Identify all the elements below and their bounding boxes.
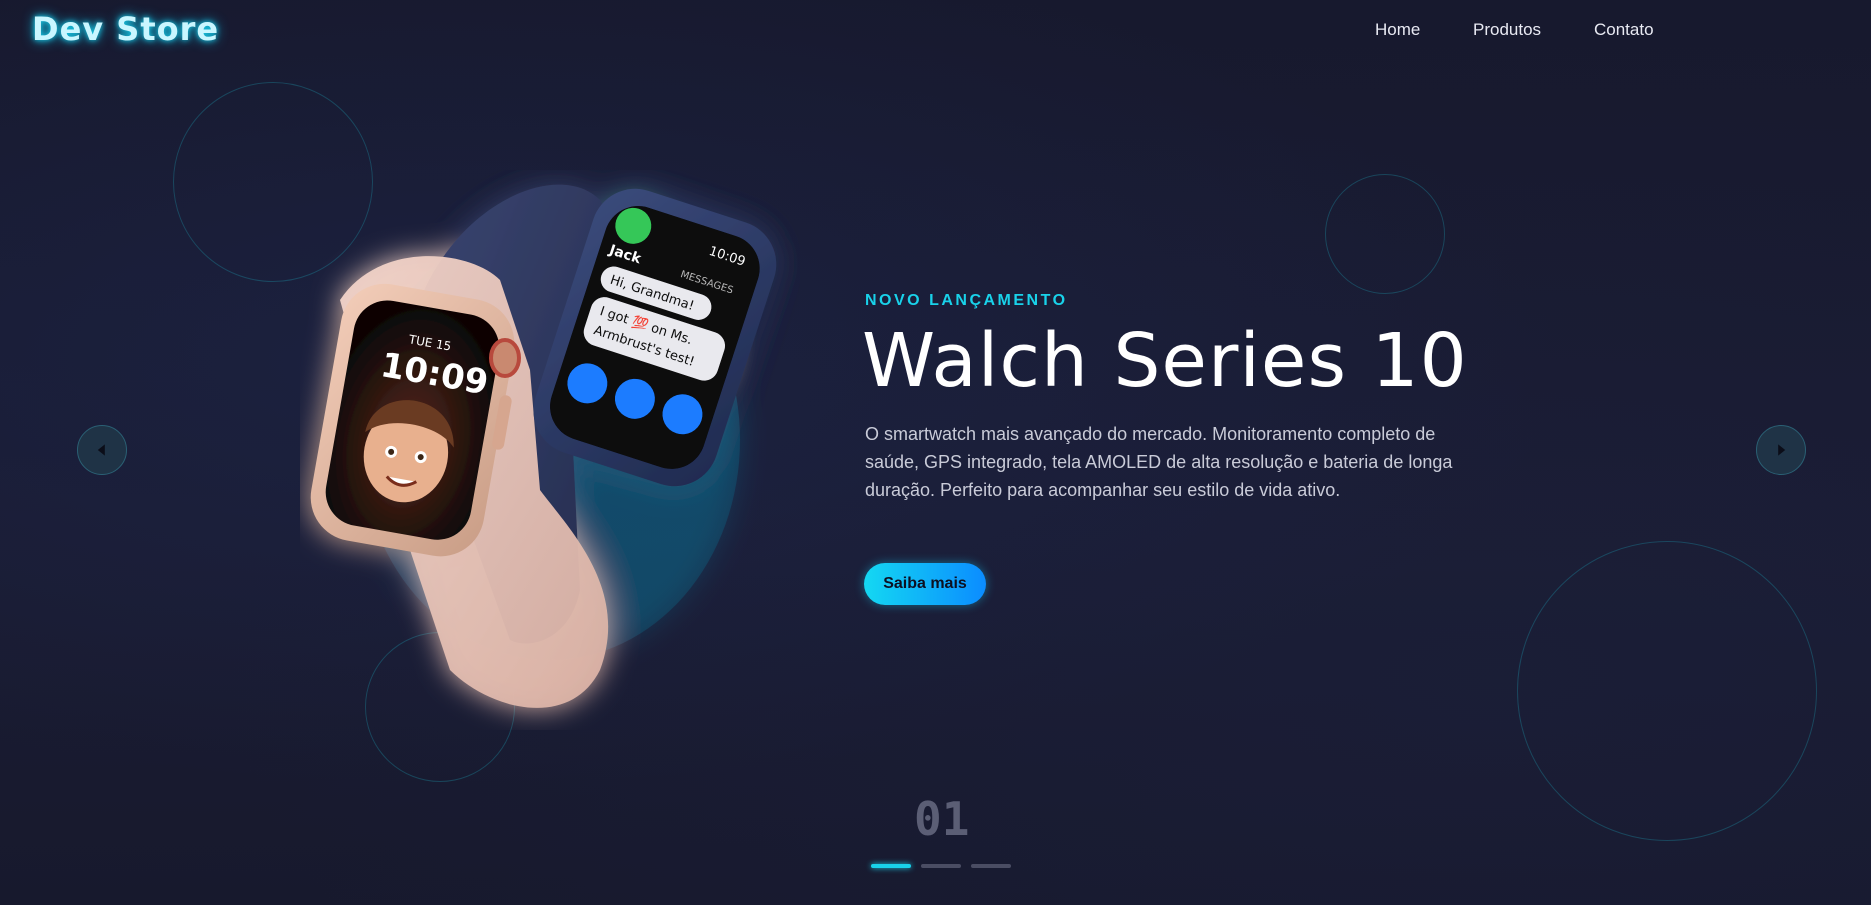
- prev-slide-button[interactable]: [77, 425, 127, 475]
- hero-description: O smartwatch mais avançado do mercado. M…: [865, 424, 1453, 500]
- main-nav: Home Produtos Contato: [0, 20, 1871, 44]
- next-slide-button[interactable]: [1756, 425, 1806, 475]
- slide-number: 01: [914, 792, 970, 846]
- hero-eyebrow: NOVO LANÇAMENTO: [865, 292, 1068, 309]
- nav-produtos[interactable]: Produtos: [1473, 20, 1541, 40]
- nav-contato[interactable]: Contato: [1594, 20, 1654, 40]
- carousel-dot[interactable]: [921, 864, 961, 868]
- caret-right-icon: [1778, 444, 1786, 456]
- carousel-dot[interactable]: [871, 864, 911, 868]
- hero-page: Dev Store Home Produtos Contato 10:09 Ja…: [0, 0, 1871, 905]
- saiba-mais-button[interactable]: Saiba mais: [864, 563, 986, 605]
- decor-ring: [1517, 541, 1817, 841]
- hero-title: Walch Series 10: [862, 318, 1468, 404]
- nav-home[interactable]: Home: [1375, 20, 1420, 40]
- carousel-dot[interactable]: [971, 864, 1011, 868]
- caret-left-icon: [97, 444, 105, 456]
- decor-ring: [1325, 174, 1445, 294]
- product-image-smartwatch: 10:09 Jack MESSAGES Hi, Grandma! I got 💯…: [310, 184, 777, 708]
